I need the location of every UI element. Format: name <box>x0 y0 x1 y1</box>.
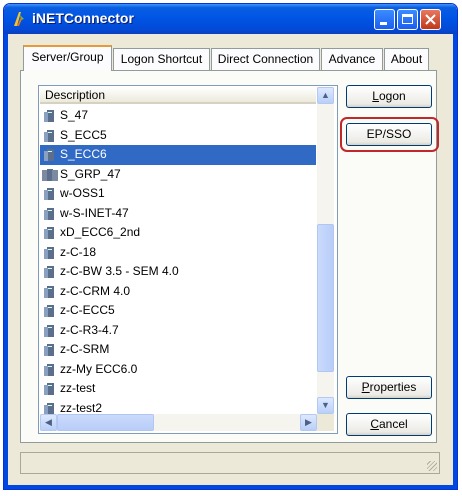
list-item[interactable]: w-S-INET-47 <box>40 204 316 224</box>
minimize-icon <box>380 22 387 25</box>
list-item-label: xD_ECC6_2nd <box>60 225 141 239</box>
list-item[interactable]: S_ECC5 <box>40 126 316 146</box>
maximize-button[interactable] <box>397 9 418 30</box>
title-bar[interactable]: iNETConnector <box>4 4 457 34</box>
tab-label: About <box>390 52 423 66</box>
list-item-label: z-C-ECC5 <box>60 303 115 317</box>
list-item[interactable]: z-C-SRM <box>40 340 316 360</box>
server-icon <box>44 246 54 259</box>
window-frame-bottom <box>4 485 457 489</box>
list-item[interactable]: z-C-18 <box>40 243 316 263</box>
server-icon <box>44 227 54 239</box>
server-icon <box>44 402 54 415</box>
server-icon <box>44 363 54 376</box>
logon-button-label: Logon <box>372 89 406 103</box>
tab-direct-connection[interactable]: Direct Connection <box>211 48 320 70</box>
scroll-right-button[interactable]: ▶ <box>300 414 317 431</box>
vertical-scroll-thumb[interactable] <box>317 224 334 372</box>
cancel-button-label: Cancel <box>370 417 408 431</box>
server-icon <box>44 149 54 161</box>
list-item-label: zz-test2 <box>60 400 103 415</box>
maximize-icon <box>402 14 413 24</box>
server-icon <box>44 207 54 220</box>
list-item-label: S_ECC6 <box>60 147 107 161</box>
close-button[interactable] <box>420 9 441 30</box>
app-icon <box>14 12 24 26</box>
list-item[interactable]: z-C-R3-4.7 <box>40 321 316 341</box>
server-icon <box>44 285 54 298</box>
list-item[interactable]: zz-test <box>40 379 316 399</box>
tab-label: Server/Group <box>31 50 104 64</box>
minimize-button[interactable] <box>374 9 395 30</box>
server-group-icon <box>42 168 58 181</box>
scroll-down-button[interactable]: ▼ <box>317 397 334 414</box>
tab-about[interactable]: About <box>384 48 429 70</box>
list-item-label: z-C-SRM <box>60 342 110 356</box>
horizontal-scroll-thumb[interactable] <box>57 414 154 431</box>
window-frame-right <box>453 34 457 489</box>
list-item-label: z-C-R3-4.7 <box>60 322 119 337</box>
scroll-up-button[interactable]: ▲ <box>317 87 334 104</box>
tab-server-group[interactable]: Server/Group <box>23 45 112 71</box>
list-item[interactable]: S_ECC6 <box>40 145 316 165</box>
cancel-button[interactable]: Cancel <box>346 413 432 436</box>
properties-button-label: Properties <box>361 380 417 394</box>
column-header-label: Description <box>45 88 106 102</box>
vertical-scrollbar[interactable]: ▲ ▼ <box>317 87 334 414</box>
list-item[interactable]: z-C-BW 3.5 - SEM 4.0 <box>40 262 316 282</box>
list-item[interactable]: S_47 <box>40 106 316 126</box>
server-icon <box>44 324 54 337</box>
server-icon <box>44 110 54 122</box>
list-item[interactable]: xD_ECC6_2nd <box>40 223 316 243</box>
list-item[interactable]: zz-My ECC6.0 <box>40 360 316 380</box>
server-list-rows: S_47 S_ECC5 S_ECC6 S_GRP_47 w-OSS1 w-S-INET-4… <box>40 106 316 418</box>
list-item-label: zz-My ECC6.0 <box>60 361 138 376</box>
list-item[interactable]: z-C-ECC5 <box>40 301 316 321</box>
server-list[interactable]: Description S_47 S_ECC5 S_ECC6 S_GRP_47 w-OS… <box>38 85 338 434</box>
server-icon <box>44 266 54 278</box>
resize-grip[interactable] <box>427 461 437 471</box>
list-item-label: zz-test <box>60 381 96 395</box>
list-item-label: S_ECC5 <box>60 127 107 142</box>
tab-advance[interactable]: Advance <box>321 48 383 70</box>
window-title: iNETConnector <box>32 10 134 26</box>
list-item-label: z-C-18 <box>60 244 97 259</box>
server-icon <box>44 383 54 395</box>
scrollbar-corner <box>317 414 334 431</box>
list-item[interactable]: z-C-CRM 4.0 <box>40 282 316 302</box>
server-icon <box>44 129 54 142</box>
logon-button[interactable]: Logon <box>346 85 432 108</box>
column-header-description[interactable]: Description <box>40 87 316 104</box>
tab-label: Logon Shortcut <box>120 52 203 66</box>
list-item-label: S_GRP_47 <box>60 166 121 181</box>
tab-label: Advance <box>328 52 376 66</box>
list-item-label: w-S-INET-47 <box>60 205 129 220</box>
server-icon <box>44 188 54 200</box>
list-item-label: S_47 <box>60 108 89 122</box>
list-item-label: z-C-CRM 4.0 <box>60 283 131 298</box>
tab-label: Direct Connection <box>217 52 314 66</box>
tab-logon-shortcut[interactable]: Logon Shortcut <box>113 48 210 70</box>
status-bar <box>20 452 440 474</box>
server-icon <box>44 305 54 317</box>
close-icon <box>425 14 436 25</box>
server-icon <box>44 344 54 356</box>
properties-button[interactable]: Properties <box>346 376 432 399</box>
list-item-label: z-C-BW 3.5 - SEM 4.0 <box>60 264 179 278</box>
list-item-label: w-OSS1 <box>60 186 105 200</box>
ep-sso-highlight <box>340 117 439 152</box>
list-item[interactable]: S_GRP_47 <box>40 165 316 185</box>
window-frame-left <box>4 34 8 489</box>
list-item[interactable]: w-OSS1 <box>40 184 316 204</box>
scroll-left-button[interactable]: ◀ <box>40 414 57 431</box>
horizontal-scrollbar[interactable]: ◀ ▶ <box>40 414 317 431</box>
